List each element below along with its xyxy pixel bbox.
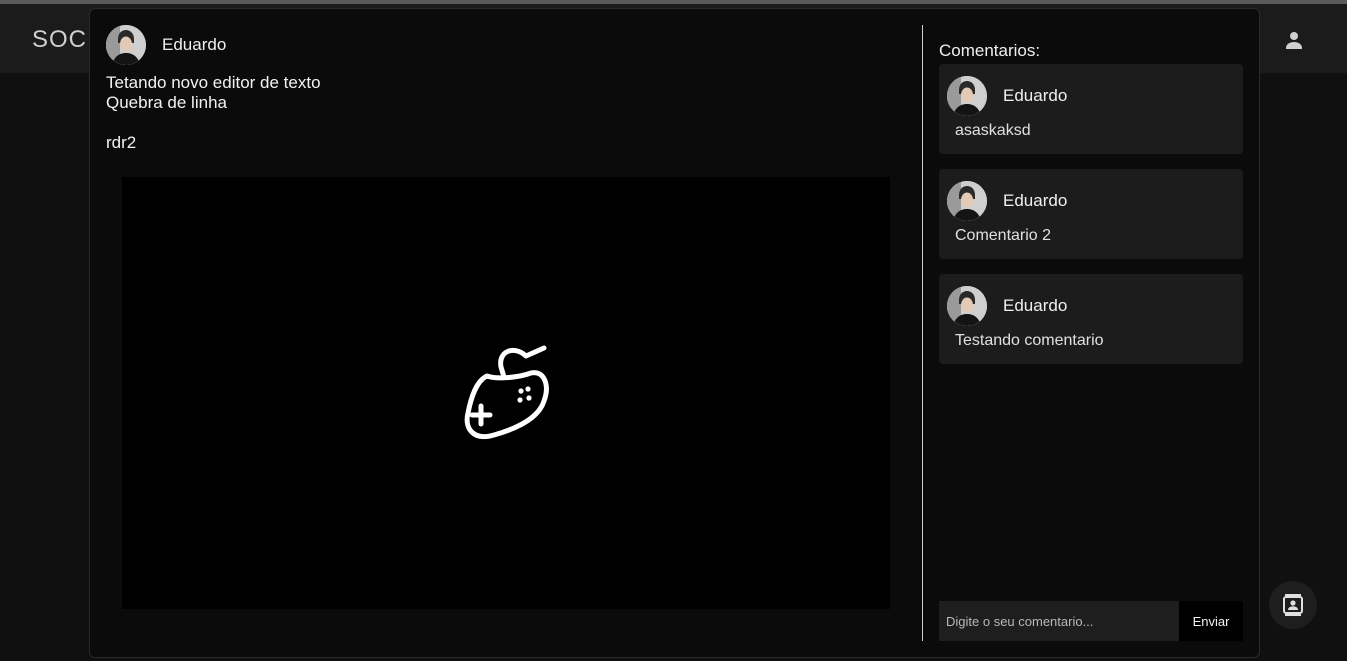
- avatar[interactable]: [947, 76, 987, 116]
- comment-text: asaskaksd: [955, 122, 1031, 139]
- comment-form: Enviar: [939, 601, 1243, 641]
- post-media[interactable]: [122, 177, 890, 609]
- comment-author[interactable]: Eduardo: [1003, 296, 1067, 316]
- post-line: Tetando novo editor de texto: [106, 73, 321, 92]
- avatar[interactable]: [947, 286, 987, 326]
- comment-author[interactable]: Eduardo: [1003, 86, 1067, 106]
- comment-text: Testando comentario: [955, 332, 1104, 349]
- comment-list: Eduardo asaskaksd Eduardo Comentario 2 E…: [939, 64, 1243, 379]
- gamepad-icon: [464, 345, 549, 439]
- post-line: Quebra de linha: [106, 93, 227, 112]
- post-modal: Eduardo Tetando novo editor de texto Que…: [89, 8, 1260, 658]
- post-author: Eduardo: [106, 25, 226, 65]
- post-author-name[interactable]: Eduardo: [162, 35, 226, 55]
- post-body: Tetando novo editor de texto Quebra de l…: [106, 73, 886, 153]
- contact-book-icon: [1283, 594, 1303, 616]
- person-icon: [1286, 32, 1302, 49]
- avatar[interactable]: [947, 181, 987, 221]
- post-line: [106, 113, 886, 133]
- send-comment-button[interactable]: Enviar: [1179, 601, 1243, 641]
- comment-card: Eduardo Comentario 2: [939, 169, 1243, 259]
- comment-text: Comentario 2: [955, 227, 1052, 244]
- post-line: rdr2: [106, 133, 137, 152]
- comments-title: Comentarios:: [939, 41, 1041, 60]
- avatar[interactable]: [106, 25, 146, 65]
- comment-author[interactable]: Eduardo: [1003, 191, 1067, 211]
- comment-card: Eduardo Testando comentario: [939, 274, 1243, 364]
- comments-pane: Comentarios: Eduardo asaskaksd Eduardo C…: [939, 9, 1244, 659]
- comment-input[interactable]: [939, 601, 1179, 641]
- post-pane: Eduardo Tetando novo editor de texto Que…: [90, 9, 922, 659]
- pane-divider: [922, 25, 923, 641]
- contacts-button[interactable]: [1269, 581, 1317, 629]
- comment-card: Eduardo asaskaksd: [939, 64, 1243, 154]
- user-menu-button[interactable]: [1280, 26, 1308, 54]
